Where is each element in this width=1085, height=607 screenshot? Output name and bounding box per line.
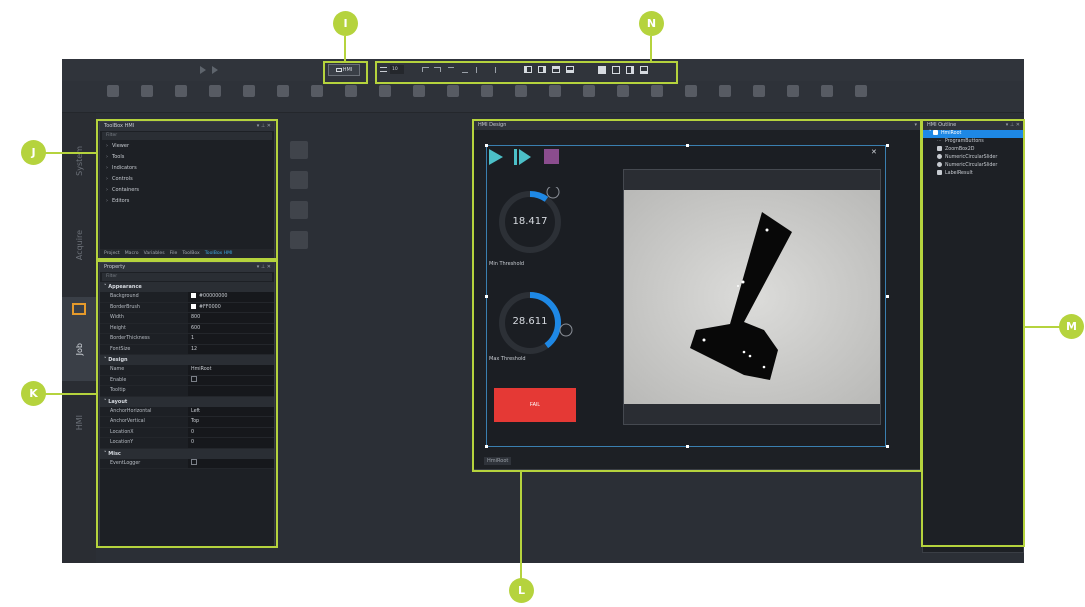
output-panel bbox=[473, 471, 921, 563]
step-icon[interactable] bbox=[212, 66, 218, 74]
leader-l bbox=[520, 472, 522, 582]
ribbon-tool[interactable] bbox=[200, 84, 230, 110]
ribbon-tool[interactable] bbox=[676, 84, 706, 110]
callout-m: M bbox=[1059, 314, 1084, 339]
ribbon-tool[interactable] bbox=[370, 84, 400, 110]
list-item[interactable] bbox=[284, 227, 474, 253]
leader-k bbox=[45, 393, 96, 395]
ribbon-tool[interactable] bbox=[438, 84, 468, 110]
callout-j: J bbox=[21, 140, 46, 165]
left-rail: System Acquire Job HMI bbox=[62, 113, 96, 563]
ribbon-tool[interactable] bbox=[98, 84, 128, 110]
list-item[interactable] bbox=[284, 197, 474, 223]
job-tabs bbox=[284, 121, 474, 133]
highlight-hmi-design bbox=[472, 119, 922, 472]
ribbon-tool[interactable] bbox=[608, 84, 638, 110]
ribbon-tool[interactable] bbox=[336, 84, 366, 110]
ribbon-tool[interactable] bbox=[540, 84, 570, 110]
callout-i: I bbox=[333, 11, 358, 36]
ribbon-tool[interactable] bbox=[812, 84, 842, 110]
callout-l: L bbox=[509, 578, 534, 603]
highlight-hmi-outline bbox=[921, 119, 1025, 547]
ribbon-tool[interactable] bbox=[268, 84, 298, 110]
ribbon-tool[interactable] bbox=[166, 84, 196, 110]
leader-j bbox=[45, 152, 96, 154]
leader-n bbox=[650, 36, 652, 61]
ribbon-tool[interactable] bbox=[132, 84, 162, 110]
ribbon-tool[interactable] bbox=[234, 84, 264, 110]
highlight-toolbox bbox=[96, 119, 278, 260]
ribbon-tool[interactable] bbox=[710, 84, 740, 110]
rail-item-acquire[interactable]: Acquire bbox=[62, 203, 96, 287]
highlight-format-toolbar bbox=[375, 61, 678, 84]
ribbon-tool[interactable] bbox=[472, 84, 502, 110]
callout-n: N bbox=[639, 11, 664, 36]
rail-item-system[interactable]: System bbox=[62, 119, 96, 203]
highlight-property bbox=[96, 260, 278, 548]
ribbon-tool[interactable] bbox=[506, 84, 536, 110]
job-tool-list bbox=[284, 121, 474, 521]
leader-i bbox=[344, 36, 346, 61]
ribbon-tool[interactable] bbox=[302, 84, 332, 110]
ribbon-tool[interactable] bbox=[846, 84, 876, 110]
ribbon-tool[interactable] bbox=[778, 84, 808, 110]
highlight-hmi-button bbox=[323, 61, 368, 84]
ribbon-tool[interactable] bbox=[642, 84, 672, 110]
ribbon bbox=[62, 81, 1024, 113]
list-item[interactable] bbox=[284, 167, 474, 193]
ribbon-tool[interactable] bbox=[404, 84, 434, 110]
job-icon bbox=[72, 303, 86, 315]
ribbon-tool[interactable] bbox=[574, 84, 604, 110]
list-item[interactable] bbox=[284, 137, 474, 163]
callout-k: K bbox=[21, 381, 46, 406]
rail-item-job[interactable]: Job bbox=[62, 297, 96, 381]
ribbon-tool[interactable] bbox=[744, 84, 774, 110]
play-icon[interactable] bbox=[200, 66, 206, 74]
leader-m bbox=[1025, 326, 1061, 328]
